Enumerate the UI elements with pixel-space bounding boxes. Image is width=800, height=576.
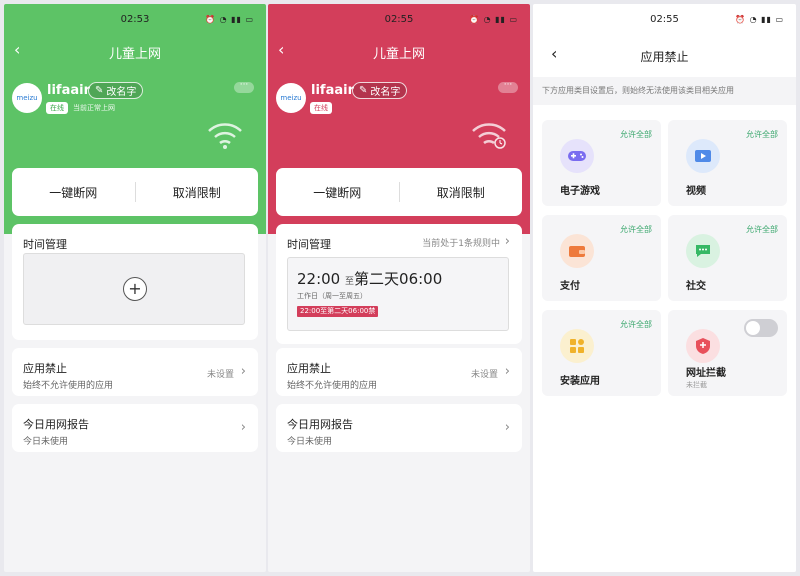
rule-time: 22:00 至第二天06:00 [297,268,442,289]
disconnect-button[interactable]: 一键断网 [276,184,399,201]
gamepad-icon [560,139,594,173]
notice-text: 下方应用类目设置后，则始终无法使用该类目相关应用 [533,77,796,105]
pencil-icon: ✎ [359,85,368,96]
report-desc: 今日未使用 [287,437,333,447]
chevron-right-icon: › [240,420,246,435]
chevron-right-icon: › [504,234,510,249]
online-status-text: 当前正常上网 [73,104,115,112]
app-block-desc: 始终不允许使用的应用 [287,381,378,391]
allow-all-label[interactable]: 允许全部 [620,224,652,235]
rename-label: 改名字 [106,87,137,98]
cancel-limit-button[interactable]: 取消限制 [400,184,523,201]
time-rule[interactable]: 22:00 至第二天06:00 工作日（周一至周五） 22:00至第二天06:0… [287,257,509,331]
category-label: 安装应用 [560,376,600,387]
screen-app-block: 02:55 ⏰ ◔ ▮▮ ▭ ‹ 应用禁止 下方应用类目设置后，则始终无法使用该… [533,4,796,572]
category-video[interactable]: 允许全部 视频 [668,120,787,206]
rename-button[interactable]: ✎ 改名字 [352,82,408,99]
category-social[interactable]: 允许全部 社交 [668,215,787,301]
status-icons: ⏰ ◔ ▮▮ ▭ [469,15,518,24]
wifi-blocked-icon [472,123,506,149]
app-block-title: 应用禁止 [287,362,331,375]
url-block-toggle[interactable] [744,319,778,337]
report-row[interactable]: 今日用网报告 今日未使用 › [276,404,522,452]
rule-tag: 22:00至第二天06:00禁 [297,306,379,317]
report-desc: 今日未使用 [23,437,69,447]
wallet-icon [560,234,594,268]
report-row[interactable]: 今日用网报告 今日未使用 › [12,404,258,452]
time-management-title: 时间管理 [287,238,331,251]
video-icon [686,139,720,173]
app-block-row[interactable]: 应用禁止 始终不允许使用的应用 未设置 › [12,348,258,396]
allow-all-label[interactable]: 允许全部 [746,129,778,140]
category-url-block[interactable]: 网址拦截 未拦截 [668,310,787,396]
screen-child-internet-normal: 02:53 ⏰ ◔ ▮▮ ▭ ‹ 儿童上网 meizu lifaair ✎ 改名字… [4,4,266,572]
category-label: 网址拦截 [686,368,726,379]
online-badge: 在线 [46,102,68,114]
device-logo: meizu [276,83,306,113]
time-management-card: 时间管理 当前处于1条规则中 › 22:00 至第二天06:00 工作日（周一至… [276,224,522,344]
screen-child-internet-restricted: 02:55 ⏰ ◔ ▮▮ ▭ ‹ 儿童上网 meizu lifaair ✎ 改名字… [268,4,530,572]
rule-days: 工作日（周一至周五） [297,292,367,300]
page-title: 儿童上网 [372,47,425,62]
chat-icon [686,234,720,268]
category-payment[interactable]: 允许全部 支付 [542,215,661,301]
shield-icon [686,329,720,363]
rename-label: 改名字 [370,87,401,98]
more-icon[interactable]: ··· [498,81,518,93]
plus-icon[interactable]: + [123,277,147,301]
allow-all-label[interactable]: 允许全部 [620,319,652,330]
category-label: 电子游戏 [560,186,600,197]
chevron-right-icon: › [504,364,510,379]
wifi-icon [208,123,242,149]
rule-end: 第二天06:00 [354,270,443,288]
rule-start: 22:00 [297,270,341,288]
category-games[interactable]: 允许全部 电子游戏 [542,120,661,206]
rule-to: 至 [345,277,355,287]
app-block-value: 未设置 [470,370,498,380]
action-bar: 一键断网 取消限制 [12,168,258,216]
app-block-title: 应用禁止 [23,362,67,375]
app-block-row[interactable]: 应用禁止 始终不允许使用的应用 未设置 › [276,348,522,396]
category-sub: 未拦截 [686,381,707,389]
allow-all-label[interactable]: 允许全部 [746,224,778,235]
time-management-card: 时间管理 + [12,224,258,340]
report-title: 今日用网报告 [23,418,89,431]
category-label: 社交 [686,281,706,292]
category-grid: 允许全部 电子游戏 允许全部 视频 允许全部 支付 允许全部 社交 允许全部 安… [533,105,796,572]
disconnect-button[interactable]: 一键断网 [12,184,135,201]
add-rule-box[interactable]: + [23,253,245,325]
category-label: 视频 [686,186,706,197]
device-name: lifaair [311,83,354,98]
chevron-right-icon: › [240,364,246,379]
device-logo: meizu [12,83,42,113]
app-block-desc: 始终不允许使用的应用 [23,381,114,391]
page-title: 应用禁止 [640,50,689,64]
pencil-icon: ✎ [95,85,104,96]
category-install-apps[interactable]: 允许全部 安装应用 [542,310,661,396]
app-block-value: 未设置 [206,370,234,380]
page-title: 儿童上网 [108,47,161,62]
status-icons: ⏰ ◔ ▮▮ ▭ [205,15,254,24]
chevron-right-icon: › [504,420,510,435]
rule-count-hint[interactable]: 当前处于1条规则中 [422,236,500,249]
rename-button[interactable]: ✎ 改名字 [88,82,144,99]
cancel-limit-button[interactable]: 取消限制 [136,184,259,201]
more-icon[interactable]: ··· [234,81,254,93]
online-badge: 在线 [310,102,332,114]
apps-icon [560,329,594,363]
device-name: lifaair [47,83,90,98]
category-label: 支付 [560,281,580,292]
report-title: 今日用网报告 [287,418,353,431]
time-management-title: 时间管理 [23,238,67,251]
status-icons: ⏰ ◔ ▮▮ ▭ [735,15,784,24]
action-bar: 一键断网 取消限制 [276,168,522,216]
allow-all-label[interactable]: 允许全部 [620,129,652,140]
